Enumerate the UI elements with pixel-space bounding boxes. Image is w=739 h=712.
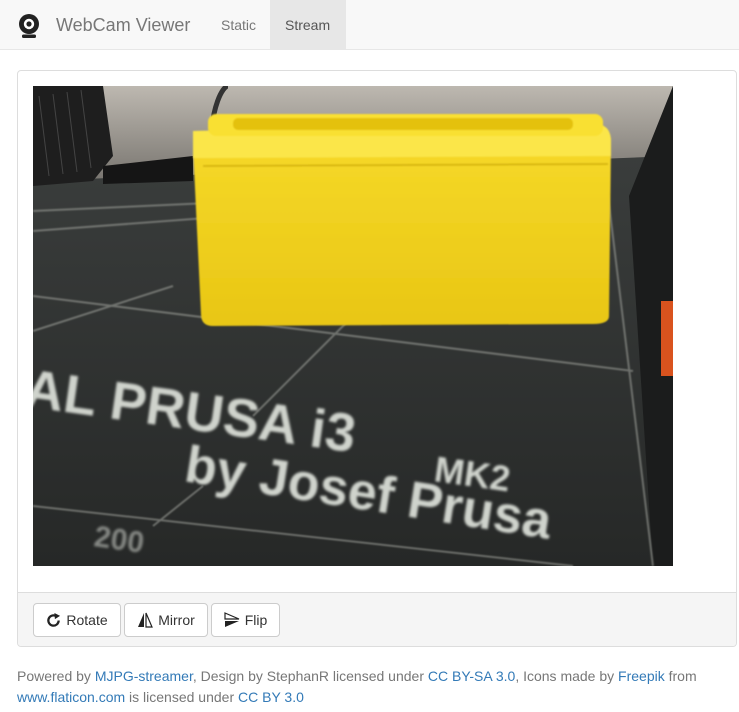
- nav-tab-static[interactable]: Static: [206, 0, 271, 50]
- nav-tab-stream[interactable]: Stream: [270, 0, 346, 50]
- mirror-button[interactable]: Mirror: [124, 603, 208, 637]
- rotate-icon: [47, 612, 61, 627]
- webcam-frame-svg: AL PRUSA i3 MK2 by Josef Prusa 200: [33, 86, 673, 566]
- webcam-icon[interactable]: [17, 13, 41, 39]
- mirror-icon: [138, 612, 154, 628]
- bed-scale-label: 200: [92, 520, 146, 560]
- footer-licensed-under: is licensed under: [125, 689, 238, 705]
- flaticon-link[interactable]: www.flaticon.com: [17, 689, 125, 705]
- mjpg-streamer-link[interactable]: MJPG-streamer: [95, 668, 193, 684]
- navbar: WebCam Viewer Static Stream: [0, 0, 739, 50]
- control-bar: Rotate Mirror Flip: [18, 592, 736, 646]
- panel-body: AL PRUSA i3 MK2 by Josef Prusa 200: [18, 71, 736, 592]
- footer-powered-by: Powered by: [17, 668, 95, 684]
- page-footer: Powered by MJPG-streamer, Design by Step…: [17, 666, 727, 708]
- flip-label: Flip: [244, 612, 268, 628]
- cc-by-sa-link[interactable]: CC BY-SA 3.0: [428, 668, 515, 684]
- cc-by-link[interactable]: CC BY 3.0: [238, 689, 304, 705]
- webcam-stream-image: AL PRUSA i3 MK2 by Josef Prusa 200: [33, 86, 673, 566]
- flip-button[interactable]: Flip: [211, 603, 280, 637]
- footer-from: from: [664, 668, 697, 684]
- rotate-label: Rotate: [66, 612, 108, 628]
- footer-design-by: , Design by StephanR licensed under: [192, 668, 428, 684]
- mirror-label: Mirror: [158, 612, 195, 628]
- webcam-panel: AL PRUSA i3 MK2 by Josef Prusa 200 Rotat…: [17, 70, 737, 647]
- flip-icon: [224, 612, 239, 627]
- app-title[interactable]: WebCam Viewer: [56, 14, 190, 36]
- rotate-button[interactable]: Rotate: [33, 603, 121, 637]
- footer-icons-made-by: , Icons made by: [515, 668, 619, 684]
- freepik-link[interactable]: Freepik: [618, 668, 665, 684]
